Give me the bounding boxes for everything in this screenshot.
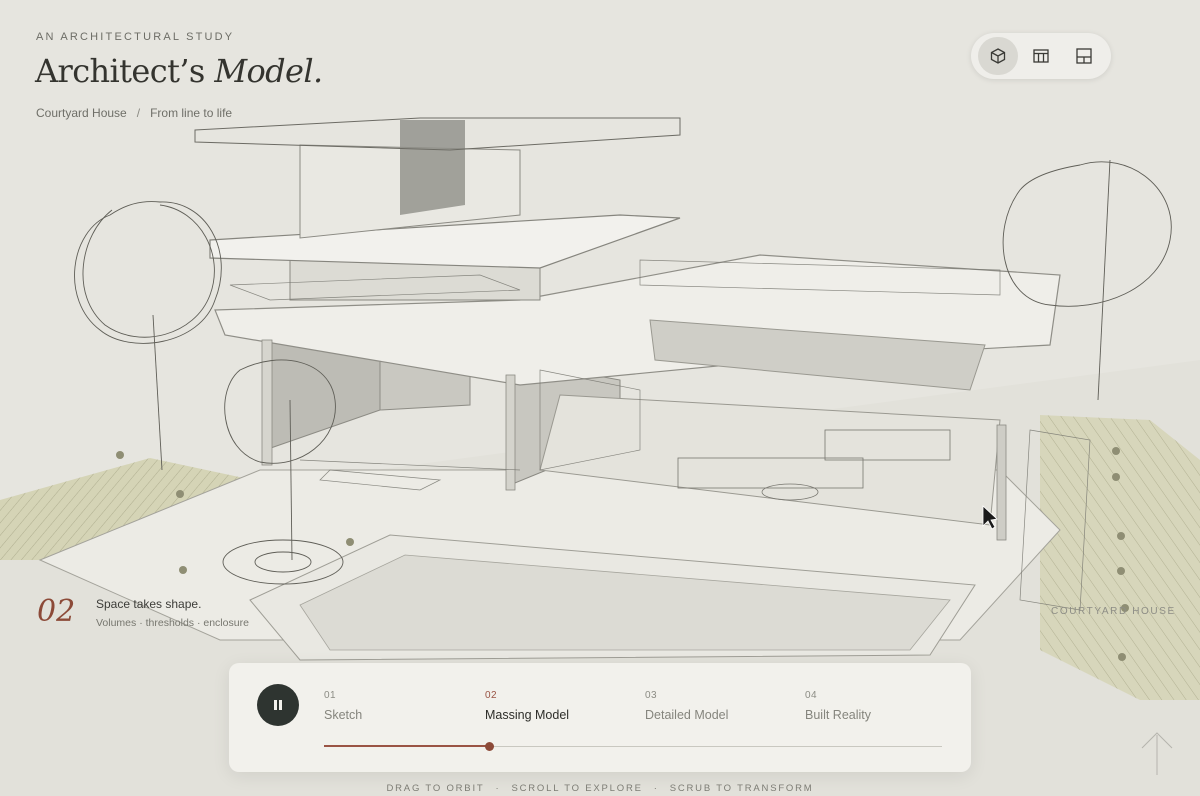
stage-subtitle: Volumes · thresholds · enclosure	[96, 617, 249, 629]
floor-plan-icon	[1075, 48, 1092, 64]
step-detailed-model[interactable]: 03 Detailed Model	[645, 690, 795, 722]
breadcrumb-subtitle: From line to life	[150, 106, 233, 120]
timeline-progress	[324, 745, 489, 747]
step-massing-model[interactable]: 02 Massing Model	[485, 690, 635, 722]
step-label: Massing Model	[485, 708, 570, 722]
step-sketch[interactable]: 01 Sketch	[324, 690, 474, 722]
breadcrumb-separator: /	[136, 106, 141, 120]
view-elevation-button[interactable]	[1021, 37, 1061, 75]
breadcrumb: Courtyard House / From line to life	[36, 106, 232, 120]
pause-icon	[274, 700, 282, 710]
view-switcher	[971, 33, 1111, 79]
timeline-scrubber-handle[interactable]	[485, 742, 494, 751]
step-built-reality[interactable]: 04 Built Reality	[805, 690, 955, 722]
hint-separator: ·	[495, 783, 501, 794]
title-italic: Model.	[214, 52, 323, 90]
timeline-panel: 01 Sketch 02 Massing Model 03 Detailed M…	[229, 663, 971, 772]
elevation-icon	[1033, 49, 1049, 63]
stage-number: 02	[37, 594, 76, 629]
project-watermark: COURTYARD HOUSE	[1051, 606, 1176, 617]
view-plan-button[interactable]	[1064, 37, 1104, 75]
interaction-hints: DRAG TO ORBIT · SCROLL TO EXPLORE · SCRUB TO…	[0, 783, 1200, 794]
eyebrow-label: AN ARCHITECTURAL STUDY	[36, 31, 235, 43]
title-plain: Architect’s	[35, 52, 205, 90]
hint-scroll: SCROLL TO EXPLORE	[511, 783, 643, 794]
step-number: 03	[645, 690, 658, 701]
step-label: Built Reality	[805, 708, 871, 722]
step-label: Sketch	[324, 708, 363, 722]
breadcrumb-project[interactable]: Courtyard House	[36, 106, 127, 120]
cube-3d-icon	[991, 48, 1006, 64]
step-label: Detailed Model	[645, 708, 729, 722]
hint-separator: ·	[653, 783, 659, 794]
step-number: 01	[324, 690, 337, 701]
step-number: 04	[805, 690, 818, 701]
hint-orbit: DRAG TO ORBIT	[386, 783, 485, 794]
pause-button[interactable]	[257, 684, 299, 726]
page-title: Architect’s Model.	[35, 52, 323, 90]
stage-title: Space takes shape.	[96, 597, 202, 611]
view-3d-button[interactable]	[978, 37, 1019, 75]
hint-scrub: SCRUB TO TRANSFORM	[669, 783, 814, 794]
step-number: 02	[485, 690, 498, 701]
